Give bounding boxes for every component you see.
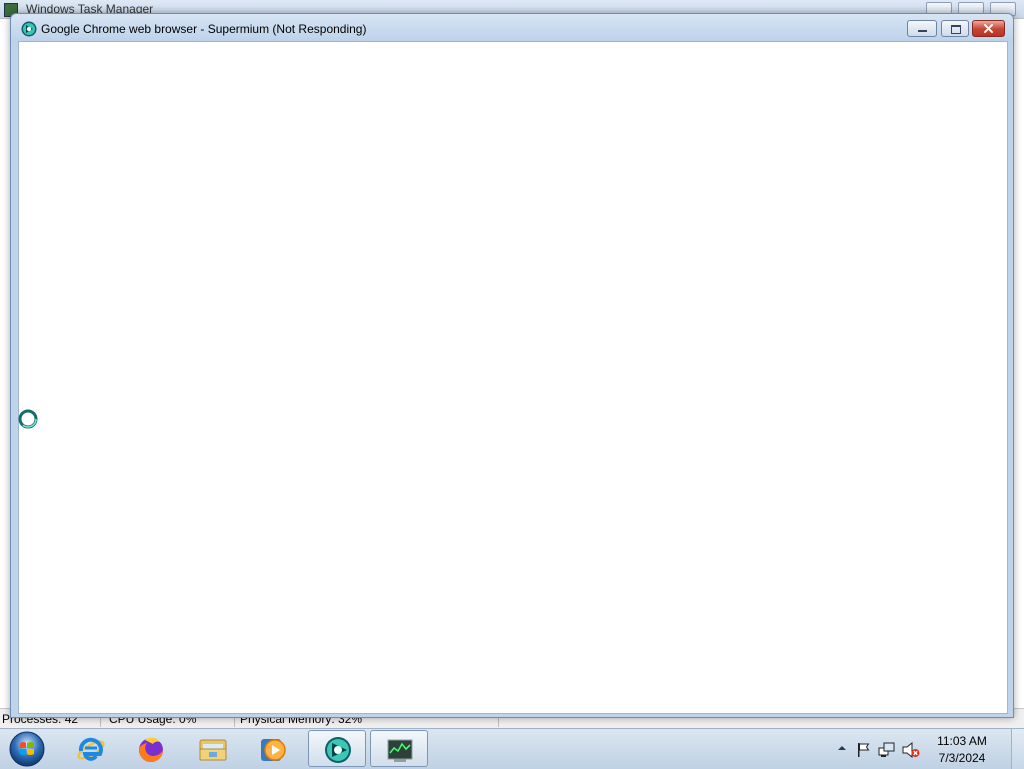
media-player-icon <box>261 739 286 761</box>
browser-content-area[interactable] <box>18 41 1008 714</box>
taskbar-supermium[interactable] <box>308 730 366 767</box>
show-hidden-icons-icon[interactable] <box>837 743 847 753</box>
show-desktop-button[interactable] <box>1011 729 1024 769</box>
maximize-icon <box>951 25 961 34</box>
windows-start-orb-icon[interactable] <box>7 730 47 768</box>
busy-cursor-icon <box>18 409 38 429</box>
close-icon <box>984 24 994 33</box>
taskbar-media-player[interactable] <box>244 730 302 767</box>
volume-muted-icon[interactable] <box>902 742 920 758</box>
taskbar-file-explorer[interactable] <box>184 730 242 767</box>
browser-titlebar[interactable]: Google Chrome web browser - Supermium (N… <box>11 14 1013 42</box>
browser-window: Google Chrome web browser - Supermium (N… <box>10 13 1014 718</box>
internet-explorer-icon <box>77 737 105 761</box>
maximize-button[interactable] <box>941 20 969 37</box>
supermium-icon <box>325 737 351 763</box>
firefox-icon <box>139 737 163 762</box>
taskbar-task-manager[interactable] <box>370 730 428 767</box>
system-tray: 11:03 AM 7/3/2024 <box>834 729 1024 769</box>
file-explorer-icon <box>199 739 227 761</box>
close-button[interactable] <box>972 20 1005 37</box>
network-icon[interactable] <box>878 742 896 758</box>
clock-date[interactable]: 7/3/2024 <box>927 751 997 765</box>
clock-time[interactable]: 11:03 AM <box>927 734 997 748</box>
minimize-icon <box>918 30 927 32</box>
supermium-icon <box>21 21 37 37</box>
taskbar-internet-explorer[interactable] <box>62 730 120 767</box>
minimize-button[interactable] <box>907 20 937 37</box>
action-center-flag-icon[interactable] <box>856 742 872 758</box>
taskbar-firefox[interactable] <box>122 730 180 767</box>
window-title: Google Chrome web browser - Supermium (N… <box>41 22 367 36</box>
taskbar: 11:03 AM 7/3/2024 <box>0 728 1024 769</box>
task-manager-icon <box>387 739 413 762</box>
